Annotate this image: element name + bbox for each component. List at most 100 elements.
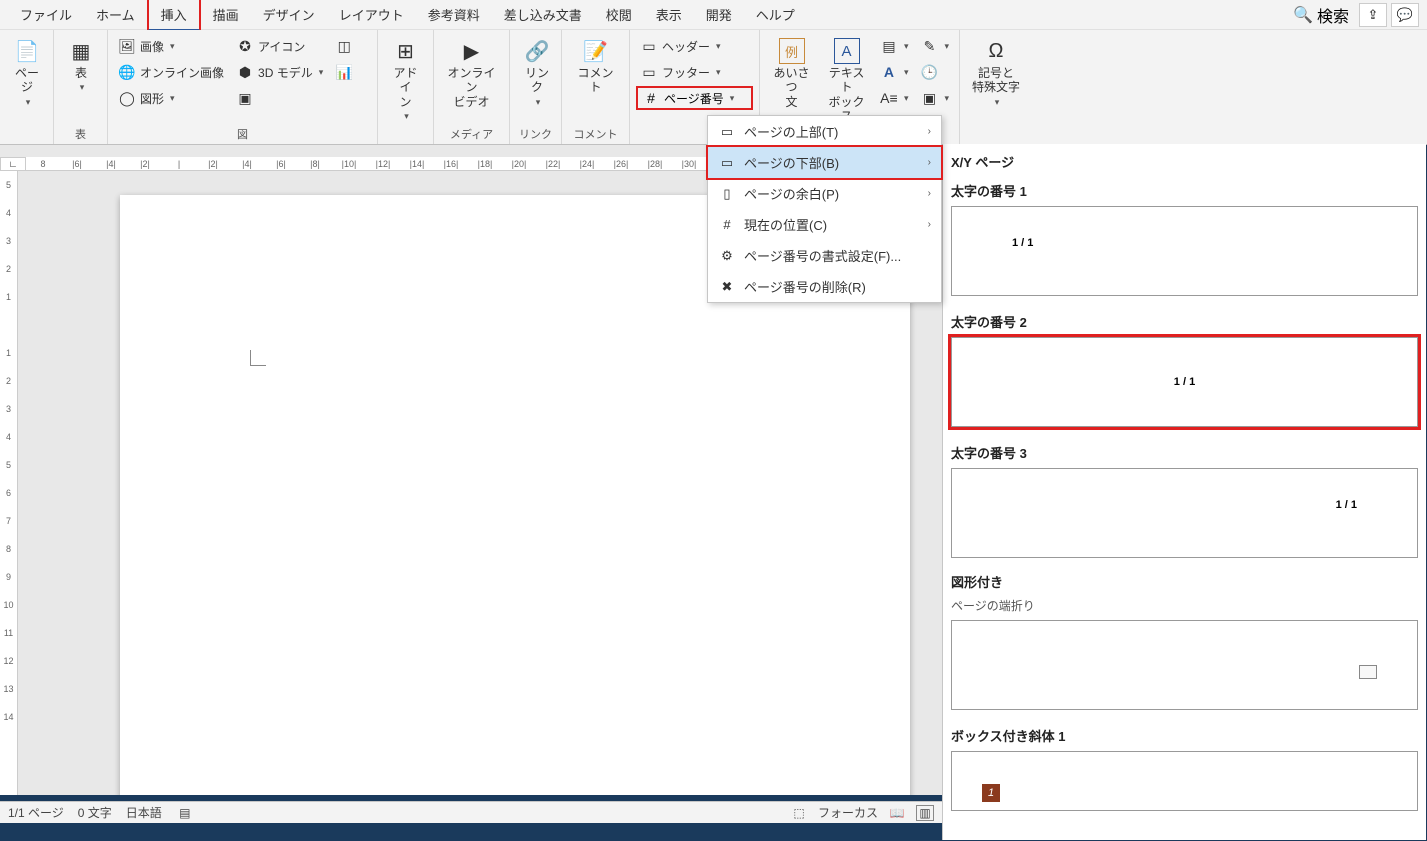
icons-button[interactable]: ✪アイコン [232, 34, 327, 58]
tab-mailings[interactable]: 差し込み文書 [492, 0, 594, 29]
greeting-icon: 例 [779, 38, 805, 64]
chevron-down-icon: ▾ [536, 97, 541, 108]
textbox-button[interactable]: A テキスト ボックス [821, 34, 872, 128]
accessibility-icon[interactable]: ▤ [176, 805, 194, 821]
tab-file[interactable]: ファイル [8, 0, 84, 29]
new-comment-icon: 📝 [583, 38, 609, 64]
greeting-button[interactable]: 例 あいさつ 文 [766, 34, 817, 113]
tab-layout[interactable]: レイアウト [327, 0, 416, 29]
chevron-right-icon: › [928, 157, 931, 168]
current-pos-label: 現在の位置(C) [744, 215, 827, 234]
page-icon: 📄 [14, 38, 40, 64]
tab-view[interactable]: 表示 [644, 0, 694, 29]
chevron-down-icon: ▾ [170, 93, 175, 104]
status-bar: 1/1 ページ 0 文字 日本語 ▤ ⬚ フォーカス 📖 ▥ [0, 801, 942, 823]
screenshot-icon: ▣ [236, 89, 254, 107]
remove-page-number-item[interactable]: ✖ページ番号の削除(R) [708, 271, 941, 302]
dropcap-button[interactable]: A≡▾ [876, 86, 913, 110]
wordart-button[interactable]: A▾ [876, 60, 913, 84]
3dmodels-button[interactable]: ⬢3D モデル▾ [232, 60, 327, 84]
smartart-button[interactable]: ◫ [331, 34, 357, 58]
status-words[interactable]: 0 文字 [78, 804, 112, 821]
gallery-item-page-fold[interactable] [951, 620, 1418, 710]
tab-bar: ファイル ホーム 挿入 描画 デザイン レイアウト 参考資料 差し込み文書 校閲… [0, 0, 1427, 30]
status-page[interactable]: 1/1 ページ [8, 804, 64, 821]
tab-references[interactable]: 参考資料 [416, 0, 492, 29]
links-label: リン ク [525, 66, 549, 95]
comments-button[interactable]: 💬 [1391, 3, 1419, 27]
addins-button[interactable]: ⊞ アドイ ン ▾ [384, 34, 427, 126]
chevron-down-icon: ▾ [904, 41, 909, 52]
chart-button[interactable]: 📊 [331, 60, 357, 84]
online-video-button[interactable]: ▶ オンライン ビデオ [440, 34, 503, 113]
tables-group-label: 表 [60, 124, 101, 142]
page-number-dropdown: ▭ページの上部(T)› ▭ページの下部(B)› ▯ページの余白(P)› #現在の… [707, 115, 942, 303]
link-icon: 🔗 [524, 38, 550, 64]
status-focus[interactable]: フォーカス [818, 804, 878, 821]
gallery-item-bold-2[interactable]: 1 / 1 [951, 337, 1418, 427]
status-language[interactable]: 日本語 [126, 804, 162, 821]
tab-draw[interactable]: 描画 [201, 0, 251, 29]
chevron-right-icon: › [928, 219, 931, 230]
tab-home[interactable]: ホーム [84, 0, 147, 29]
online-pictures-button[interactable]: 🌐オンライン画像 [114, 60, 228, 84]
read-mode-icon[interactable]: 📖 [888, 805, 906, 821]
tab-developer[interactable]: 開発 [694, 0, 744, 29]
datetime-button[interactable]: 🕒 [916, 60, 953, 84]
search-box[interactable]: 🔍 検索 [1287, 1, 1355, 29]
pages-group-label [6, 140, 47, 142]
gallery-item-box-italic-1[interactable]: 1 [951, 751, 1418, 811]
pictures-button[interactable]: 🖼画像▾ [114, 34, 228, 58]
addins-label: アドイ ン [390, 66, 421, 109]
page-number-icon: # [642, 89, 660, 107]
chevron-right-icon: › [928, 126, 931, 137]
page-margins-item[interactable]: ▯ページの余白(P)› [708, 178, 941, 209]
illustrations-group-label: 図 [114, 124, 371, 142]
focus-icon[interactable]: ⬚ [790, 805, 808, 821]
tab-design[interactable]: デザイン [251, 0, 327, 29]
online-video-label: オンライン ビデオ [446, 66, 497, 109]
tab-insert[interactable]: 挿入 [147, 0, 201, 32]
quickparts-icon: ▤ [880, 37, 898, 55]
print-layout-icon[interactable]: ▥ [916, 805, 934, 821]
vertical-ruler[interactable]: 543211234567891011121314 [0, 171, 18, 795]
page-bottom-icon: ▭ [718, 154, 736, 172]
omega-icon: Ω [983, 38, 1009, 64]
tab-help[interactable]: ヘルプ [744, 0, 807, 29]
table-icon: ▦ [68, 38, 94, 64]
page-number-button[interactable]: #ページ番号▾ [636, 86, 753, 110]
page-top-item[interactable]: ▭ページの上部(T)› [708, 116, 941, 147]
chevron-down-icon: ▾ [716, 41, 721, 52]
picture-icon: 🖼 [118, 37, 136, 55]
format-icon: ⚙ [718, 247, 736, 265]
tab-review[interactable]: 校閲 [594, 0, 644, 29]
gallery-section-shapes: 図形付き [951, 568, 1418, 595]
current-position-item[interactable]: #現在の位置(C)› [708, 209, 941, 240]
shapes-button[interactable]: ◯図形▾ [114, 86, 228, 110]
datetime-icon: 🕒 [920, 63, 938, 81]
object-button[interactable]: ▣▾ [916, 86, 953, 110]
page-margins-icon: ▯ [718, 185, 736, 203]
icons-label: アイコン [258, 38, 305, 55]
screenshot-button[interactable]: ▣ [232, 86, 327, 110]
header-button[interactable]: ▭ヘッダー▾ [636, 34, 753, 58]
search-placeholder: 検索 [1317, 3, 1349, 27]
share-button[interactable]: ⇪ [1359, 3, 1387, 27]
format-page-number-item[interactable]: ⚙ ページ番号の書式設定(F)... [708, 240, 941, 271]
comment-label: コメント [574, 66, 617, 95]
symbols-button[interactable]: Ω 記号と 特殊文字 ▾ [966, 34, 1026, 112]
pages-button[interactable]: 📄 ページ ▾ [6, 34, 48, 112]
shapes-label: 図形 [140, 90, 164, 107]
gallery-item-bold-3[interactable]: 1 / 1 [951, 468, 1418, 558]
page-bottom-item[interactable]: ▭ページの下部(B)› [706, 145, 943, 180]
comment-insert-button[interactable]: 📝 コメント [568, 34, 623, 99]
table-button[interactable]: ▦ 表 ▾ [60, 34, 102, 97]
signature-button[interactable]: ✎▾ [916, 34, 953, 58]
addin-icon: ⊞ [393, 38, 419, 64]
gallery-item-bold-1[interactable]: 1 / 1 [951, 206, 1418, 296]
quickparts-button[interactable]: ▤▾ [876, 34, 913, 58]
footer-button[interactable]: ▭フッター▾ [636, 60, 753, 84]
symbols-group-label [966, 140, 1040, 142]
format-label: ページ番号の書式設定(F)... [744, 246, 901, 265]
links-button[interactable]: 🔗 リン ク ▾ [516, 34, 558, 112]
